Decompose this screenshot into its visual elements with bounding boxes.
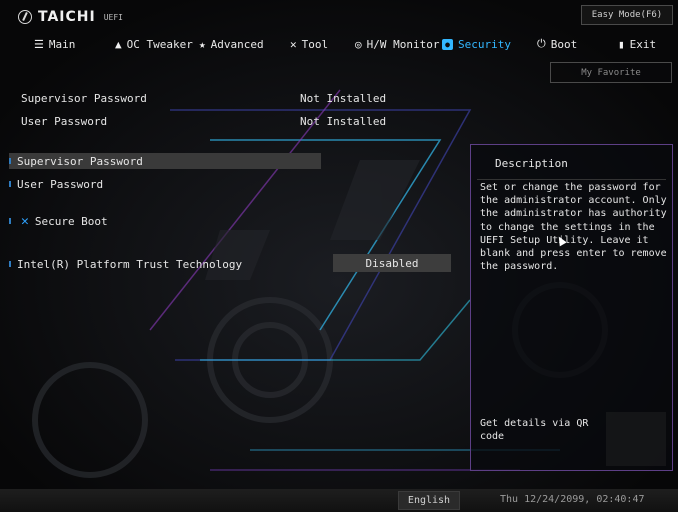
menu-item-label: Supervisor Password [17,154,143,168]
user-password-status-label: User Password [21,115,108,128]
menu-item-label: Intel(R) Platform Trust Technology [17,257,243,271]
qr-code-area[interactable] [606,412,666,466]
menu-bullet [9,261,11,267]
star-icon: ★ [199,37,206,51]
tab-hw-monitor[interactable]: ◎ H/W Monitor [355,34,439,54]
tab-boot[interactable]: ⏻ Boot [537,34,577,54]
description-text: Set or change the password for the admin… [480,182,667,273]
taichi-logo: TAICHI UEFI [18,9,123,25]
user-password-status-value: Not Installed [300,115,387,128]
menu-item-label: User Password [17,177,104,191]
description-title: Description [495,157,568,170]
taichi-logo-icon [18,10,32,24]
supervisor-password-status-value: Not Installed [300,92,387,105]
tab-security[interactable]: ● Security [442,34,511,54]
tab-exit-label: Exit [629,37,657,51]
tab-oc-tweaker[interactable]: ▲ OC Tweaker [115,34,193,54]
my-favorite-button[interactable]: My Favorite [550,62,672,83]
tab-main-label: Main [48,37,76,51]
tab-security-label: Security [458,37,511,51]
monitor-icon: ◎ [355,37,362,51]
menu-bullet [9,158,11,164]
tab-hw-monitor-label: H/W Monitor [366,37,440,51]
qr-details-text: Get details via QR code [480,418,589,442]
rocket-icon: ▲ [115,37,122,51]
power-icon: ⏻ [537,37,546,50]
tab-main[interactable]: ☰ Main [34,34,75,54]
brand-name: TAICHI [38,9,96,25]
menu-item-secure-boot[interactable]: ✕ Secure Boot [9,213,108,229]
menu-item-label: Secure Boot [34,214,108,228]
tab-advanced-label: Advanced [210,37,264,51]
secure-boot-wrench-icon: ✕ [21,213,29,229]
main-tab-bar: ☰ Main ▲ OC Tweaker ★ Advanced ✕ Tool ◎ … [0,34,678,54]
list-icon: ☰ [34,37,44,51]
door-icon: ▮ [618,37,625,51]
wrench-icon: ✕ [290,37,297,51]
menu-item-supervisor-password[interactable]: Supervisor Password [9,153,321,169]
menu-bullet [9,181,11,187]
ptt-value-dropdown[interactable]: Disabled [333,254,451,272]
tab-tool[interactable]: ✕ Tool [290,34,328,54]
menu-item-platform-trust-technology[interactable]: Intel(R) Platform Trust Technology [9,256,242,272]
menu-bullet [9,218,11,224]
menu-item-user-password[interactable]: User Password [9,176,103,192]
supervisor-password-status-label: Supervisor Password [21,92,147,105]
datetime-display: Thu 12/24/2099, 02:40:47 [500,494,645,505]
tab-exit[interactable]: ▮ Exit [618,34,656,54]
language-button[interactable]: English [398,491,460,510]
tab-advanced[interactable]: ★ Advanced [199,34,264,54]
tab-oc-tweaker-label: OC Tweaker [126,37,193,51]
description-panel: Description Set or change the password f… [470,144,673,471]
easy-mode-button[interactable]: Easy Mode(F6) [581,5,673,25]
tab-boot-label: Boot [550,37,578,51]
description-divider [477,179,666,180]
shield-icon: ● [442,38,453,50]
tab-tool-label: Tool [301,37,329,51]
uefi-label: UEFI [103,12,123,22]
